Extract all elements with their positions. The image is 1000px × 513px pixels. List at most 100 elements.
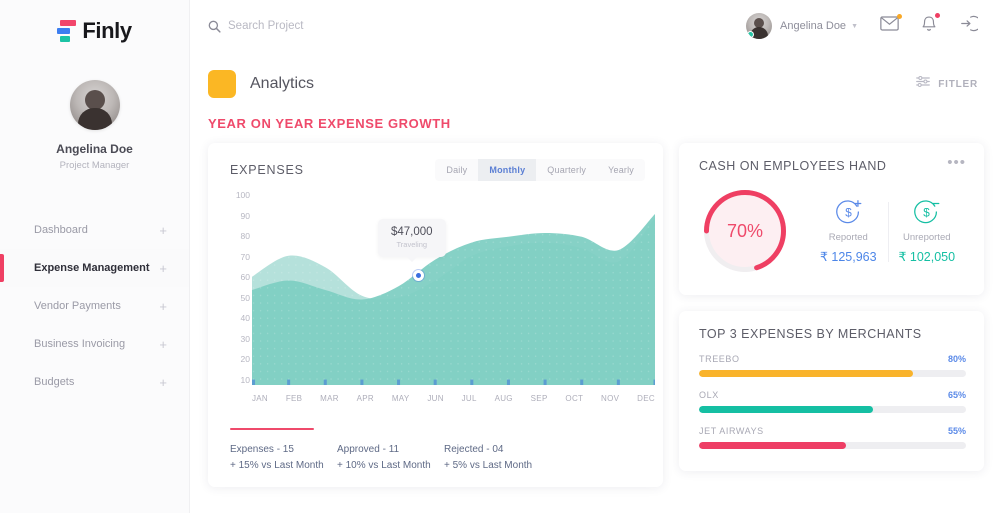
- mail-badge: [897, 14, 902, 19]
- metric-value: ₹ 102,050: [898, 250, 956, 264]
- dashboard-content: EXPENSES Daily Monthly Quarterly Yearly …: [190, 131, 1000, 487]
- sidebar-item-business-invoicing[interactable]: Business Invoicing +: [0, 325, 189, 363]
- stat-delta: + 15% vs Last Month: [230, 460, 324, 471]
- avatar: [746, 13, 772, 39]
- plus-icon[interactable]: +: [159, 262, 167, 275]
- svg-text:$: $: [845, 206, 852, 219]
- metric-label: Reported: [828, 232, 868, 243]
- merchant-bar-track: [699, 370, 966, 377]
- expenses-card: EXPENSES Daily Monthly Quarterly Yearly …: [208, 143, 663, 487]
- bell-badge: [935, 12, 940, 18]
- x-tick: MAR: [320, 393, 339, 403]
- logout-icon[interactable]: [959, 14, 982, 38]
- brand-logo[interactable]: Finly: [57, 14, 132, 48]
- tab-daily[interactable]: Daily: [435, 159, 478, 181]
- profile-name: Angelina Doe: [56, 142, 133, 156]
- metric-reported: $ Reported ₹ 125,963: [809, 198, 888, 264]
- merchant-bar-fill: [699, 406, 873, 413]
- tab-monthly[interactable]: Monthly: [478, 159, 537, 181]
- tab-yearly[interactable]: Yearly: [597, 159, 645, 181]
- stat-delta: + 10% vs Last Month: [337, 460, 431, 471]
- y-tick: 80: [240, 231, 250, 241]
- sidebar-item-vendor-payments[interactable]: Vendor Payments +: [0, 287, 189, 325]
- stat-delta: + 5% vs Last Month: [444, 460, 533, 471]
- user-menu[interactable]: Angelina Doe ▼: [746, 13, 858, 39]
- y-tick: 10: [240, 374, 250, 385]
- chart-tooltip: $47,000 Traveling: [378, 219, 446, 262]
- section-title: YEAR ON YEAR EXPENSE GROWTH: [208, 116, 451, 131]
- y-tick: 50: [240, 292, 250, 303]
- main-content: Angelina Doe ▼: [190, 0, 1000, 513]
- merchant-row: OLX 65%: [699, 390, 966, 413]
- sidebar: Finly Angelina Doe Project Manager Dashb…: [0, 0, 190, 513]
- x-tick: SEP: [530, 393, 548, 403]
- search-box[interactable]: [208, 20, 428, 33]
- merchant-name: OLX: [699, 390, 719, 400]
- cash-metrics: $ Reported ₹ 125,963 $ Unreported ₹ 102,…: [809, 198, 966, 264]
- y-tick: 40: [240, 313, 250, 323]
- accent-underline: [230, 427, 314, 430]
- y-tick: 20: [240, 354, 250, 364]
- topbar: Angelina Doe ▼: [190, 0, 1000, 52]
- profile-role: Project Manager: [59, 160, 130, 171]
- sidebar-item-label: Vendor Payments: [34, 300, 121, 312]
- merchant-row: TREEBO 80%: [699, 354, 966, 377]
- sidebar-item-expense-management[interactable]: Expense Management +: [0, 249, 189, 287]
- merchant-percent: 55%: [947, 426, 966, 436]
- x-tick: FEB: [285, 393, 303, 403]
- plus-icon[interactable]: +: [159, 224, 167, 237]
- svg-text:$: $: [923, 206, 930, 219]
- user-name: Angelina Doe: [780, 20, 847, 32]
- expenses-card-title: EXPENSES: [230, 163, 304, 177]
- merchants-card-title: TOP 3 EXPENSES BY MERCHANTS: [699, 327, 922, 341]
- sidebar-item-label: Expense Management: [34, 262, 150, 274]
- tooltip-value: $47,000: [391, 226, 433, 238]
- chart-point-marker[interactable]: [413, 270, 424, 281]
- stat-approved: Approved - 11 + 10% vs Last Month: [337, 444, 444, 471]
- x-tick: APR: [356, 393, 375, 403]
- merchant-name: JET AIRWAYS: [699, 426, 764, 436]
- stat-label: Rejected - 04: [444, 444, 504, 455]
- envelope-icon[interactable]: [880, 14, 902, 36]
- sidebar-nav: Dashboard + Expense Management + Vendor …: [0, 211, 189, 401]
- merchant-percent: 65%: [947, 390, 966, 400]
- tooltip-category: Traveling: [396, 240, 428, 249]
- x-tick: NOV: [601, 393, 620, 403]
- tab-quarterly[interactable]: Quarterly: [536, 159, 597, 181]
- stat-rejected: Rejected - 04 + 5% vs Last Month: [444, 444, 551, 471]
- x-tick: JUN: [427, 393, 444, 403]
- sliders-icon: [916, 75, 931, 93]
- plus-icon[interactable]: +: [159, 338, 167, 351]
- search-input[interactable]: [228, 20, 428, 32]
- sidebar-item-budgets[interactable]: Budgets +: [0, 363, 189, 401]
- chevron-down-icon[interactable]: ▼: [851, 23, 858, 30]
- y-tick: 30: [240, 333, 250, 344]
- x-tick: AUG: [494, 393, 513, 403]
- dollar-minus-icon: $: [888, 198, 967, 225]
- more-horizontal-icon[interactable]: •••: [947, 155, 966, 170]
- sidebar-item-dashboard[interactable]: Dashboard +: [0, 211, 189, 249]
- metric-value: ₹ 125,963: [819, 250, 877, 264]
- x-tick: OCT: [565, 393, 584, 403]
- chart-y-axis: 100 90 80 70 60 50 40 30 20 10: [226, 191, 250, 384]
- x-tick: MAY: [391, 393, 410, 403]
- bell-icon[interactable]: [921, 12, 940, 38]
- y-tick: 70: [240, 251, 250, 262]
- finly-logo-icon: [57, 20, 77, 42]
- app-root: Finly Angelina Doe Project Manager Dashb…: [0, 0, 1000, 513]
- plus-icon[interactable]: +: [159, 300, 167, 313]
- plus-icon[interactable]: +: [159, 376, 167, 389]
- sidebar-profile: Angelina Doe Project Manager: [56, 80, 133, 171]
- stat-label: Expenses - 15: [230, 444, 294, 455]
- cash-on-hand-card: CASH ON EMPLOYEES HAND ••• 70% $ Reporte…: [679, 143, 984, 295]
- brand-name: Finly: [82, 18, 132, 43]
- dollar-plus-icon: $: [809, 198, 888, 225]
- right-column: CASH ON EMPLOYEES HAND ••• 70% $ Reporte…: [679, 143, 984, 471]
- x-tick: JUL: [461, 393, 477, 403]
- filter-button[interactable]: FITLER: [916, 75, 978, 93]
- left-column: EXPENSES Daily Monthly Quarterly Yearly …: [208, 143, 663, 487]
- metric-label: Unreported: [902, 232, 951, 243]
- sidebar-item-label: Budgets: [34, 376, 75, 388]
- period-tabs: Daily Monthly Quarterly Yearly: [435, 159, 645, 181]
- donut-percent-label: 70%: [726, 220, 764, 241]
